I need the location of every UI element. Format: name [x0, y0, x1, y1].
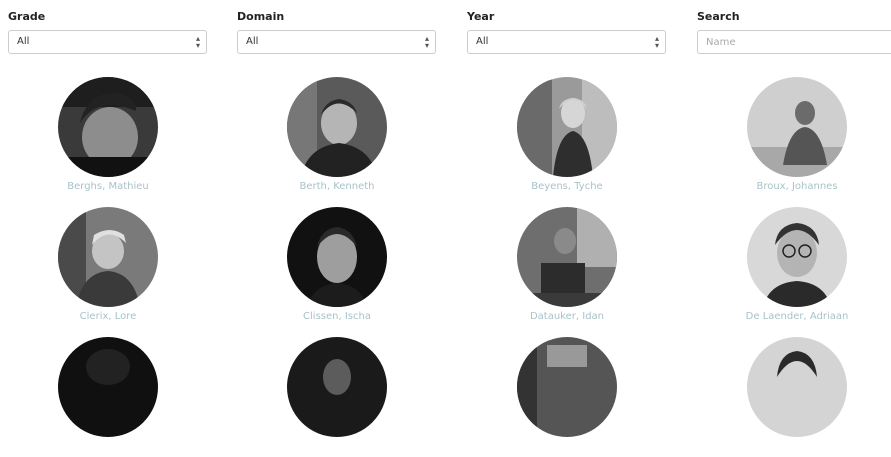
student-name: De Laender, Adriaan	[745, 311, 849, 322]
student-photo	[58, 337, 158, 437]
student-card[interactable]: De Laender, Adriaan	[697, 207, 891, 327]
student-photo	[517, 337, 617, 437]
student-name: Berth, Kenneth	[299, 181, 375, 192]
student-name: Datauker, Idan	[529, 311, 605, 322]
student-card[interactable]: Broux, Johannes	[697, 77, 891, 197]
student-name: Beyens, Tyche	[531, 181, 603, 192]
student-photo	[747, 337, 847, 437]
student-photo	[747, 77, 847, 177]
student-card[interactable]: Clissen, Ischa	[237, 207, 437, 327]
student-name: Clissen, Ischa	[303, 311, 371, 322]
student-card[interactable]: Berth, Kenneth	[237, 77, 437, 197]
student-photo	[287, 77, 387, 177]
student-card[interactable]: Clerix, Lore	[8, 207, 208, 327]
student-photo	[287, 207, 387, 307]
student-name: Broux, Johannes	[756, 181, 838, 192]
student-card[interactable]	[467, 337, 667, 457]
student-grid: Berghs, Mathieu Berth, Kenneth Beyens, T…	[0, 0, 891, 437]
student-card[interactable]	[237, 337, 437, 457]
student-photo	[517, 77, 617, 177]
student-photo	[517, 207, 617, 307]
student-photo	[287, 337, 387, 437]
student-photo	[58, 77, 158, 177]
student-card[interactable]	[8, 337, 208, 457]
student-card[interactable]: Beyens, Tyche	[467, 77, 667, 197]
student-card[interactable]: Berghs, Mathieu	[8, 77, 208, 197]
student-photo	[747, 207, 847, 307]
student-name: Clerix, Lore	[79, 311, 137, 322]
student-card[interactable]: Datauker, Idan	[467, 207, 667, 327]
student-name: Berghs, Mathieu	[67, 181, 149, 192]
student-photo	[58, 207, 158, 307]
student-card[interactable]	[697, 337, 891, 457]
